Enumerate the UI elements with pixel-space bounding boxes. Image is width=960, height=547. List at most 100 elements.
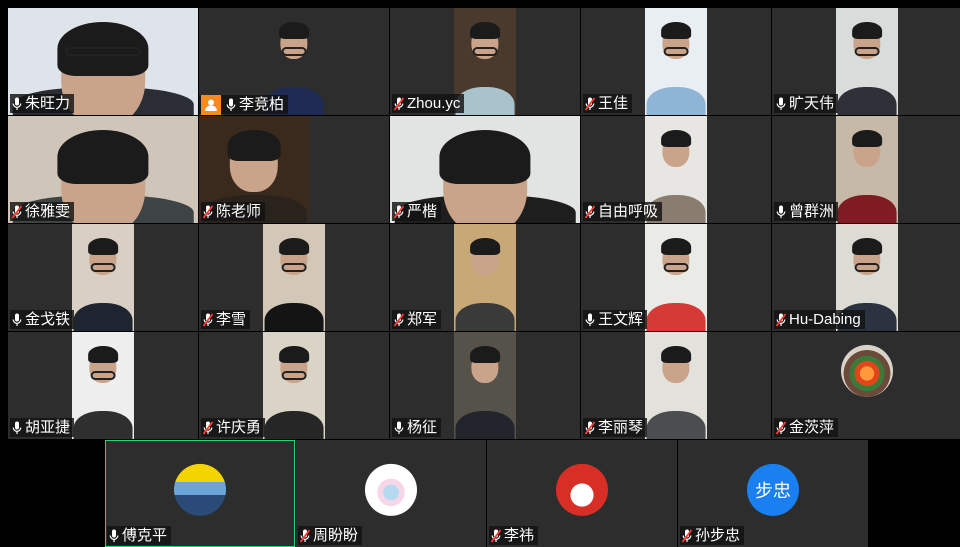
participant-name: 李雪 <box>216 311 247 328</box>
participant-tile[interactable]: Zhou.yc <box>390 8 580 115</box>
person-body <box>455 411 515 439</box>
participant-video <box>72 224 134 331</box>
person-body <box>646 411 706 439</box>
participant-avatar <box>174 463 226 516</box>
participant-name-label: 陈老师 <box>201 202 266 221</box>
mic-icon <box>776 205 786 219</box>
participant-tile[interactable]: 周盼盼 <box>296 440 486 547</box>
participant-tile[interactable]: 曾群洲 <box>772 116 960 223</box>
participant-name-label: 李雪 <box>201 310 251 329</box>
participant-video <box>645 224 707 331</box>
participant-tile[interactable]: 杨征 <box>390 332 580 439</box>
participant-tile[interactable]: 李雪 <box>199 224 389 331</box>
mic-icon <box>394 421 404 435</box>
person-hair <box>852 129 882 148</box>
mic-muted-icon <box>776 420 786 435</box>
mic-icon <box>12 313 22 327</box>
participant-name: 杨征 <box>407 419 438 436</box>
participant-tile[interactable]: 朱旺力 <box>8 8 198 115</box>
participant-name-label: 胡亚捷 <box>10 418 75 437</box>
person-body <box>73 303 133 331</box>
mic-muted-icon <box>394 96 404 111</box>
person-hair <box>661 129 691 148</box>
mic-muted-icon <box>203 204 213 219</box>
host-icon <box>201 94 221 115</box>
participant-name: 自由呼吸 <box>598 203 659 220</box>
participant-name: 旷天伟 <box>789 95 835 112</box>
participant-video <box>454 332 516 439</box>
participant-tile[interactable]: 严楷 <box>390 116 580 223</box>
participant-tile[interactable]: 王文辉 <box>581 224 771 331</box>
participant-tile[interactable]: 王佳 <box>581 8 771 115</box>
glasses-icon <box>472 46 498 57</box>
person-hair <box>88 345 118 364</box>
person-hair <box>661 237 691 256</box>
participant-name: 陈老师 <box>216 203 262 220</box>
person-body <box>646 303 706 331</box>
participant-name-label: 傅克平 <box>107 526 172 545</box>
participant-name: 胡亚捷 <box>25 419 71 436</box>
participant-name-label: 李丽琴 <box>583 418 648 437</box>
person-hair <box>88 237 118 256</box>
glasses-icon <box>90 370 116 381</box>
participant-tile[interactable]: 步忠 孙步忠 <box>678 440 868 547</box>
participant-name-label: 孙步忠 <box>680 526 745 545</box>
participant-tile[interactable]: 陈老师 <box>199 116 389 223</box>
person-body <box>264 411 324 439</box>
person-hair <box>661 21 691 40</box>
participant-name-label: Zhou.yc <box>392 94 465 113</box>
video-gallery: 朱旺力 李竞柏 Zhou.yc 王佳 旷天伟徐雅雯 陈老师 严楷 自由呼吸 曾群洲金戈铁 李雪 郑军… <box>0 0 960 547</box>
person-hair <box>439 129 531 184</box>
mic-muted-icon <box>203 312 213 327</box>
mic-muted-icon <box>491 528 501 543</box>
glasses-icon <box>281 370 307 381</box>
person-hair <box>470 345 500 364</box>
participant-video <box>836 8 898 115</box>
participant-tile[interactable]: 李祎 <box>487 440 677 547</box>
participant-video <box>72 332 134 439</box>
person-hair <box>470 237 500 256</box>
person-hair <box>279 345 309 364</box>
glasses-icon <box>90 262 116 273</box>
participant-name: 郑军 <box>407 311 438 328</box>
glasses-icon <box>854 262 880 273</box>
participant-tile[interactable]: Hu-Dabing <box>772 224 960 331</box>
person-hair <box>852 237 882 256</box>
participant-tile[interactable]: 胡亚捷 <box>8 332 198 439</box>
mic-icon <box>226 98 236 112</box>
participant-name-label: 金茨萍 <box>774 418 839 437</box>
participant-tile[interactable]: 许庆勇 <box>199 332 389 439</box>
participant-tile[interactable]: 金茨萍 <box>772 332 960 439</box>
participant-name: 金茨萍 <box>789 419 835 436</box>
participant-tile[interactable]: 傅克平 <box>105 440 295 547</box>
glasses-icon <box>663 262 689 273</box>
participant-tile[interactable]: 李竞柏 <box>199 8 389 115</box>
participant-name: 金戈铁 <box>25 311 71 328</box>
participant-avatar: 步忠 <box>747 463 799 516</box>
participant-avatar <box>556 463 608 516</box>
participant-video <box>836 116 898 223</box>
participant-name: 周盼盼 <box>313 527 359 544</box>
participant-tile[interactable]: 徐雅雯 <box>8 116 198 223</box>
participant-tile[interactable]: 李丽琴 <box>581 332 771 439</box>
participant-name: 王佳 <box>598 95 629 112</box>
participant-tile[interactable]: 郑军 <box>390 224 580 331</box>
glasses-icon <box>281 46 307 57</box>
participant-name: 李丽琴 <box>598 419 644 436</box>
mic-muted-icon <box>585 96 595 111</box>
participant-tile[interactable]: 金戈铁 <box>8 224 198 331</box>
participant-name: 徐雅雯 <box>25 203 71 220</box>
participant-tile[interactable]: 自由呼吸 <box>581 116 771 223</box>
participant-name-label: 曾群洲 <box>774 202 839 221</box>
person-hair <box>661 345 691 364</box>
participant-name-label: 李祎 <box>489 526 539 545</box>
participant-name-label: 朱旺力 <box>10 94 75 113</box>
participant-tile[interactable]: 旷天伟 <box>772 8 960 115</box>
mic-icon <box>109 529 119 543</box>
participant-name: 朱旺力 <box>25 95 71 112</box>
participant-name-label: 严楷 <box>392 202 442 221</box>
glasses-icon <box>854 46 880 57</box>
person-hair <box>470 21 500 40</box>
person-body <box>837 87 897 115</box>
participant-name: Hu-Dabing <box>789 311 861 328</box>
